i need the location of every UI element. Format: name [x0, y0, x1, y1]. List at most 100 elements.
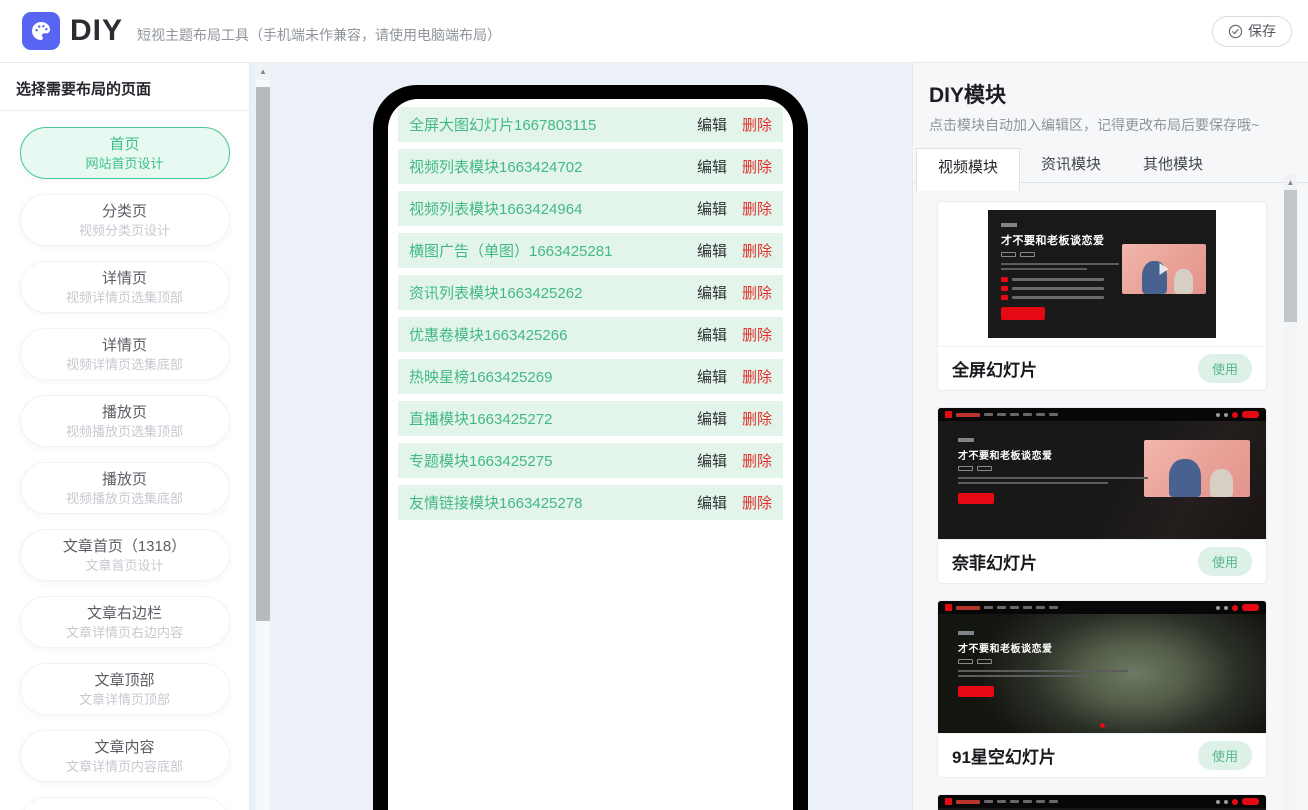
- page-item-title: 播放页: [101, 403, 147, 421]
- module-card[interactable]: 才不要和老板谈恋爱 奈菲幻灯片 使用: [937, 407, 1267, 584]
- edit-link[interactable]: 编辑: [697, 282, 727, 303]
- phone-screen: 全屏大图幻灯片1667803115 编辑 删除 视频列表模块1663424702…: [388, 99, 793, 810]
- page-item-title: 详情页: [101, 269, 147, 287]
- module-row-title: 友情链接模块1663425278: [409, 495, 583, 512]
- preview-meta: [958, 466, 1266, 471]
- preview-nav-actions: [1216, 604, 1259, 611]
- app-name: DIY: [70, 14, 124, 47]
- use-button[interactable]: 使用: [1197, 547, 1252, 576]
- delete-link[interactable]: 删除: [742, 282, 772, 303]
- card-preview-image: 才不要和老板谈恋爱: [938, 408, 1266, 539]
- page-item-subtitle: 文章详情页右边内容: [65, 624, 183, 640]
- edit-link[interactable]: 编辑: [697, 450, 727, 471]
- phone-preview-frame: 全屏大图幻灯片1667803115 编辑 删除 视频列表模块1663424702…: [373, 85, 808, 810]
- check-circle-icon: [1228, 24, 1243, 39]
- module-card[interactable]: 才不要和老板谈恋爱 全屏幻灯片 使用: [937, 201, 1267, 391]
- sidebar-page-item[interactable]: 详情页 视频详情页选集底部: [19, 328, 230, 380]
- module-tab[interactable]: 资讯模块: [1020, 148, 1122, 182]
- edit-link[interactable]: 编辑: [697, 366, 727, 387]
- module-row: 视频列表模块1663424964 编辑 删除: [398, 191, 783, 226]
- preview-tag: [1001, 223, 1017, 227]
- sidebar-scrollbar-thumb[interactable]: [256, 87, 270, 621]
- preview-logo-icon: [945, 411, 952, 418]
- preview-tag: [958, 438, 974, 442]
- card-footer: 奈菲幻灯片 使用: [938, 539, 1266, 583]
- sidebar-page-item[interactable]: 分类页 视频分类页设计: [19, 194, 230, 246]
- delete-link[interactable]: 删除: [742, 156, 772, 177]
- card-preview-image: 才不要和老板谈恋爱: [988, 210, 1216, 338]
- page-item-subtitle: 视频详情页选集顶部: [65, 289, 183, 305]
- preview-hero: 才不要和老板谈恋爱: [988, 210, 1216, 320]
- module-tab[interactable]: 视频模块: [916, 148, 1021, 191]
- module-list: 全屏大图幻灯片1667803115 编辑 删除 视频列表模块1663424702…: [398, 107, 783, 520]
- preview-navbar: [938, 408, 1266, 421]
- delete-link[interactable]: 删除: [742, 366, 772, 387]
- scroll-up-arrow-icon[interactable]: ▲: [256, 63, 270, 80]
- save-label: 保存: [1248, 23, 1276, 39]
- save-button[interactable]: 保存: [1212, 15, 1292, 47]
- delete-link[interactable]: 删除: [742, 450, 772, 471]
- delete-link[interactable]: 删除: [742, 324, 772, 345]
- page-item-title: 文章首页（1318）: [62, 537, 187, 555]
- page-item-subtitle: 文章详情页顶部: [78, 691, 170, 707]
- module-row-title: 全屏大图幻灯片1667803115: [409, 117, 597, 134]
- module-tab-label: 其他模块: [1143, 156, 1204, 173]
- sidebar-page-item[interactable]: 播放页 视频播放页选集底部: [19, 462, 230, 514]
- sidebar-scrollbar[interactable]: ▲: [256, 63, 270, 810]
- preview-play-button: [958, 493, 994, 504]
- module-card[interactable]: [937, 794, 1267, 810]
- preview-meta: [958, 659, 1266, 664]
- delete-link[interactable]: 删除: [742, 492, 772, 513]
- module-row: 直播模块1663425272 编辑 删除: [398, 401, 783, 436]
- module-row-title: 直播模块1663425272: [409, 411, 553, 428]
- page-item-title: 分类页: [101, 202, 147, 220]
- sidebar-page-item[interactable]: 播放页 视频播放页选集顶部: [19, 395, 230, 447]
- sidebar-page-item[interactable]: 文章右边栏 文章详情页右边内容: [19, 596, 230, 648]
- edit-link[interactable]: 编辑: [697, 492, 727, 513]
- panel-scrollbar-thumb[interactable]: [1284, 190, 1297, 322]
- sidebar-page-item[interactable]: 文章内容 文章详情页内容底部: [19, 730, 230, 782]
- module-row-title: 专题模块1663425275: [409, 453, 553, 470]
- preview-meta: [1001, 252, 1216, 257]
- module-row: 视频列表模块1663424702 编辑 删除: [398, 149, 783, 184]
- sidebar-page-item[interactable]: 文章顶部 文章详情页顶部: [19, 663, 230, 715]
- delete-link[interactable]: 删除: [742, 240, 772, 261]
- scroll-up-arrow-icon[interactable]: ▲: [1284, 174, 1297, 191]
- panel-title: DIY模块: [929, 84, 1007, 107]
- sidebar-page-item[interactable]: 详情页 视频详情页选集顶部: [19, 261, 230, 313]
- preview-description-lines: [958, 477, 1266, 484]
- module-row: 优惠卷模块1663425266 编辑 删除: [398, 317, 783, 352]
- module-tab[interactable]: 其他模块: [1122, 148, 1224, 182]
- edit-link[interactable]: 编辑: [697, 324, 727, 345]
- use-button[interactable]: 使用: [1197, 741, 1252, 770]
- page-item-subtitle: 视频详情页选集底部: [65, 356, 183, 372]
- use-button[interactable]: 使用: [1197, 354, 1252, 383]
- edit-link[interactable]: 编辑: [697, 156, 727, 177]
- preview-nav-actions: [1216, 411, 1259, 418]
- panel-scrollbar[interactable]: ▲: [1284, 174, 1297, 810]
- sidebar-page-item[interactable]: DIY1: [19, 797, 230, 810]
- module-row: 资讯列表模块1663425262 编辑 删除: [398, 275, 783, 310]
- preview-brand: [956, 412, 980, 417]
- edit-link[interactable]: 编辑: [697, 198, 727, 219]
- module-row: 专题模块1663425275 编辑 删除: [398, 443, 783, 478]
- card-name: 91星空幻灯片: [952, 748, 1056, 767]
- preview-logo-icon: [945, 604, 952, 611]
- edit-link[interactable]: 编辑: [697, 114, 727, 135]
- delete-link[interactable]: 删除: [742, 114, 772, 135]
- module-tab-label: 资讯模块: [1041, 156, 1102, 173]
- edit-link[interactable]: 编辑: [697, 240, 727, 261]
- page-list: 首页 网站首页设计 分类页 视频分类页设计 详情页 视频详情页选集顶部 详情页 …: [0, 111, 249, 810]
- sidebar-page-item[interactable]: 首页 网站首页设计: [19, 127, 230, 179]
- page-sidebar: 选择需要布局的页面 首页 网站首页设计 分类页 视频分类页设计 详情页 视频详情…: [0, 63, 250, 810]
- sidebar-title: 选择需要布局的页面: [16, 81, 152, 98]
- preview-hero: 才不要和老板谈恋爱: [938, 614, 1266, 697]
- edit-link[interactable]: 编辑: [697, 408, 727, 429]
- delete-link[interactable]: 删除: [742, 198, 772, 219]
- page-item-title: 详情页: [101, 336, 147, 354]
- delete-link[interactable]: 删除: [742, 408, 772, 429]
- module-card[interactable]: 才不要和老板谈恋爱 91星空幻灯片 使用: [937, 600, 1267, 778]
- sidebar-page-item[interactable]: 文章首页（1318） 文章首页设计: [19, 529, 230, 581]
- module-cards: 才不要和老板谈恋爱 全屏幻灯片 使用 才不要和老板谈恋爱 奈菲幻灯片 使用 才不…: [913, 183, 1308, 810]
- preview-description-lines: [1001, 263, 1216, 270]
